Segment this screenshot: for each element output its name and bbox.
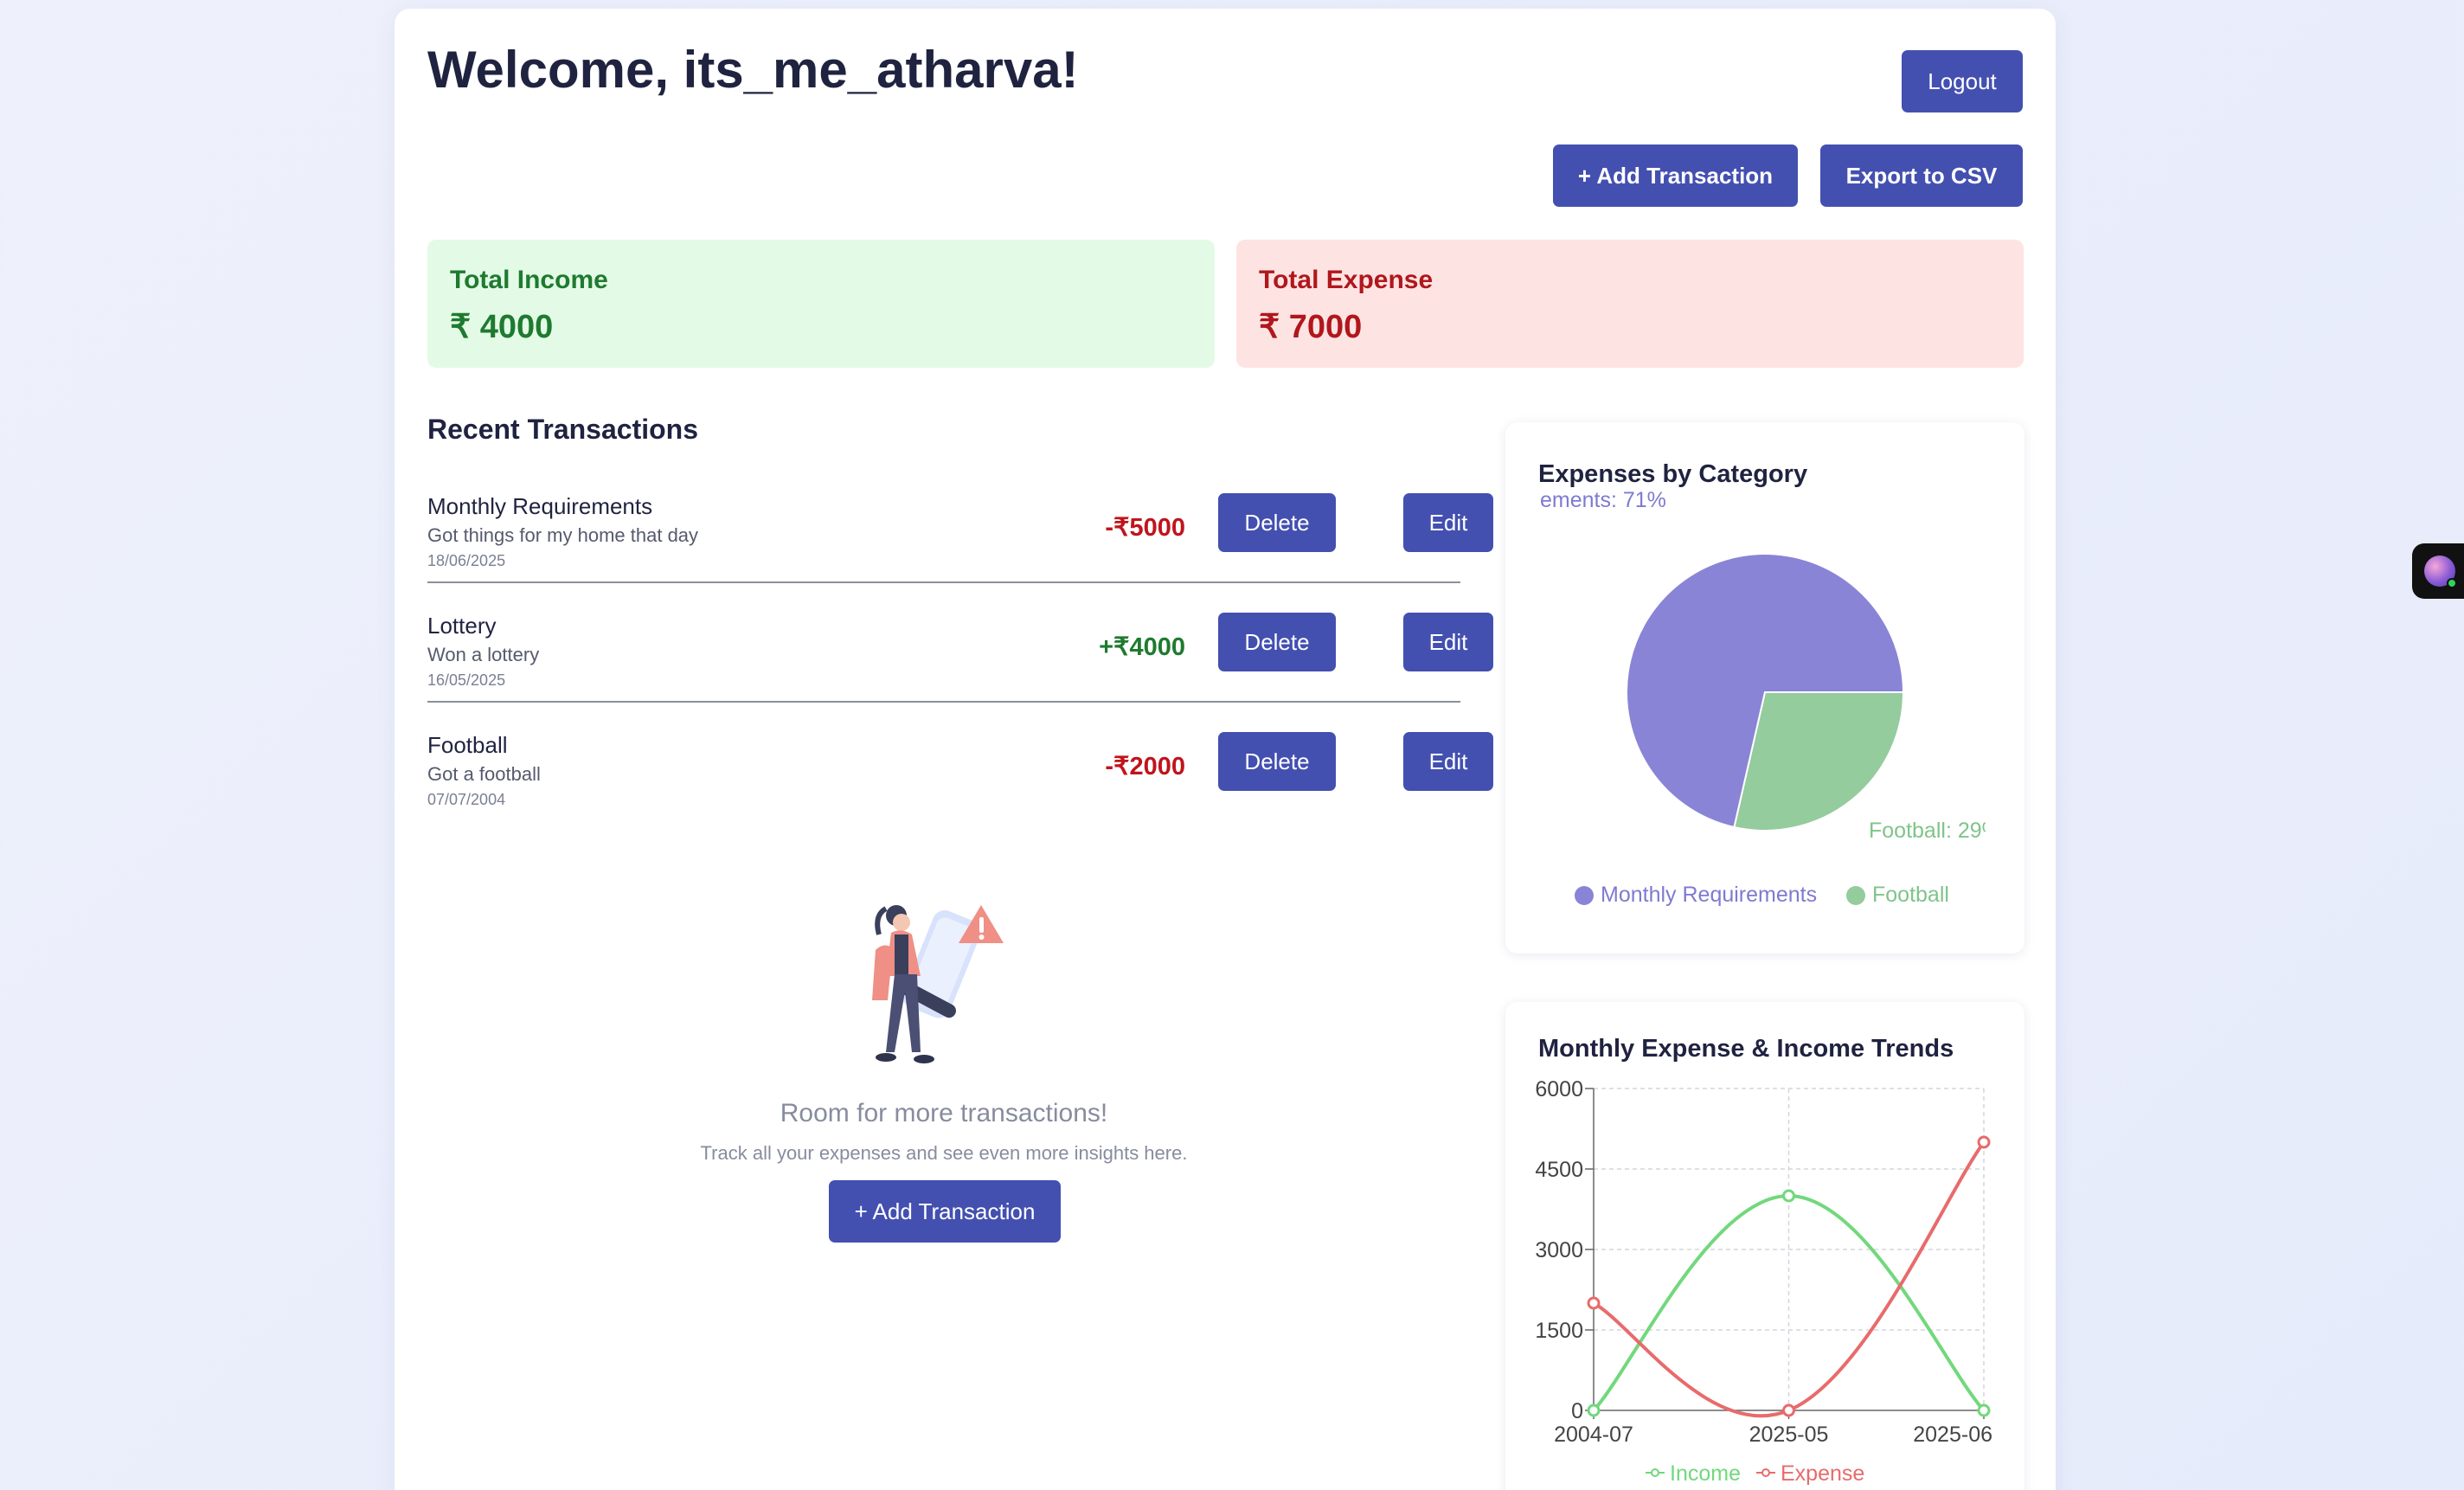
transaction-amount: -₹2000 bbox=[1105, 753, 1185, 780]
transaction-title: Monthly Requirements bbox=[427, 493, 653, 519]
pie-chart: ements: 71% Football: 29% bbox=[1540, 488, 2001, 843]
delete-button[interactable]: Delete bbox=[1218, 493, 1336, 552]
assistant-widget[interactable] bbox=[2412, 543, 2464, 599]
total-income-label: Total Income bbox=[450, 266, 608, 294]
recent-transactions-title: Recent Transactions bbox=[427, 414, 698, 445]
legend-dot bbox=[1846, 885, 1865, 905]
trends-panel: Monthly Expense & Income Trends 0 1500 300… bbox=[1505, 1002, 2024, 1490]
empty-state-subtitle: Track all your expenses and see even mor… bbox=[700, 1142, 1188, 1164]
legend-swatch-point bbox=[1651, 1468, 1659, 1477]
data-point-income[interactable] bbox=[1587, 1403, 1601, 1417]
y-tick-label: 4500 bbox=[1535, 1158, 1583, 1182]
transaction-amount: -₹5000 bbox=[1105, 514, 1185, 542]
delete-button[interactable]: Delete bbox=[1218, 732, 1336, 791]
edit-button[interactable]: Edit bbox=[1403, 493, 1493, 552]
total-expense-card: Total Expense ₹ 7000 bbox=[1236, 240, 2024, 368]
transaction-date: 18/06/2025 bbox=[427, 552, 506, 569]
export-csv-button[interactable]: Export to CSV bbox=[1820, 145, 2023, 207]
pie-legend-monthly[interactable]: Monthly Requirements bbox=[1575, 883, 1817, 908]
transaction-date: 16/05/2025 bbox=[427, 671, 506, 689]
legend-label-income[interactable]: Income bbox=[1670, 1461, 1741, 1486]
legend-label: Football bbox=[1872, 883, 1949, 907]
data-point-expense[interactable] bbox=[1977, 1135, 1991, 1149]
pie-legend-football[interactable]: Football bbox=[1846, 883, 1949, 908]
legend-label-expense[interactable]: Expense bbox=[1781, 1461, 1864, 1486]
pie-slice-label-monthly: ements: 71% bbox=[1540, 488, 1666, 512]
total-income-value: ₹ 4000 bbox=[450, 309, 554, 345]
transaction-row: Football Got a football 07/07/2004 -₹200… bbox=[427, 732, 1493, 851]
pie-slice-label-football: Football: 29% bbox=[1869, 819, 2001, 843]
y-tick-label: 0 bbox=[1571, 1399, 1583, 1423]
transaction-amount: +₹4000 bbox=[1099, 633, 1185, 661]
data-point-expense[interactable] bbox=[1587, 1296, 1601, 1310]
transaction-title: Football bbox=[427, 732, 508, 758]
legend-label: Monthly Requirements bbox=[1601, 883, 1818, 907]
y-tick-label: 6000 bbox=[1535, 1077, 1583, 1101]
transaction-description: Won a lottery bbox=[427, 644, 540, 665]
online-status-icon bbox=[2447, 578, 2457, 588]
edit-button[interactable]: Edit bbox=[1403, 732, 1493, 791]
total-income-card: Total Income ₹ 4000 bbox=[427, 240, 1215, 368]
transaction-description: Got a football bbox=[427, 763, 541, 785]
line-chart: 0 1500 3000 4500 6000 2004-07 2025-05 2025-06 In… bbox=[1535, 1077, 1992, 1486]
edit-button[interactable]: Edit bbox=[1403, 613, 1493, 671]
x-tick-label: 2004-07 bbox=[1554, 1423, 1633, 1447]
legend-dot bbox=[1575, 885, 1594, 905]
x-tick-label: 2025-06 bbox=[1913, 1423, 1992, 1447]
expenses-by-category-panel: Expenses by Category ements: 71% Football… bbox=[1505, 422, 2024, 954]
add-transaction-button[interactable]: + Add Transaction bbox=[1553, 145, 1798, 207]
legend-swatch-point bbox=[1761, 1468, 1770, 1477]
transaction-description: Got things for my home that day bbox=[427, 524, 699, 546]
total-expense-value: ₹ 7000 bbox=[1259, 309, 1363, 345]
dashboard-container: Welcome, its_me_atharva! Logout + Add Tr… bbox=[395, 9, 2056, 1490]
data-point-expense[interactable] bbox=[1782, 1403, 1795, 1417]
data-point-income[interactable] bbox=[1977, 1403, 1991, 1417]
transaction-date: 07/07/2004 bbox=[427, 791, 506, 808]
empty-state-add-transaction-button[interactable]: + Add Transaction bbox=[829, 1180, 1061, 1243]
person-with-phone-warning-icon bbox=[872, 905, 1004, 1063]
data-point-income[interactable] bbox=[1782, 1189, 1795, 1203]
y-tick-label: 3000 bbox=[1535, 1238, 1583, 1262]
transaction-row: Lottery Won a lottery 16/05/2025 +₹4000 … bbox=[427, 613, 1493, 732]
divider bbox=[427, 701, 1460, 703]
x-tick-label: 2025-05 bbox=[1749, 1423, 1829, 1447]
transaction-row: Monthly Requirements Got things for my h… bbox=[427, 493, 1493, 613]
total-expense-label: Total Expense bbox=[1259, 266, 1434, 294]
page-title: Welcome, its_me_atharva! bbox=[427, 41, 1079, 99]
empty-state-title: Room for more transactions! bbox=[780, 1099, 1108, 1127]
logout-button[interactable]: Logout bbox=[1902, 50, 2023, 112]
divider bbox=[427, 581, 1460, 583]
y-tick-label: 1500 bbox=[1535, 1319, 1583, 1343]
transaction-title: Lottery bbox=[427, 613, 497, 639]
delete-button[interactable]: Delete bbox=[1218, 613, 1336, 671]
